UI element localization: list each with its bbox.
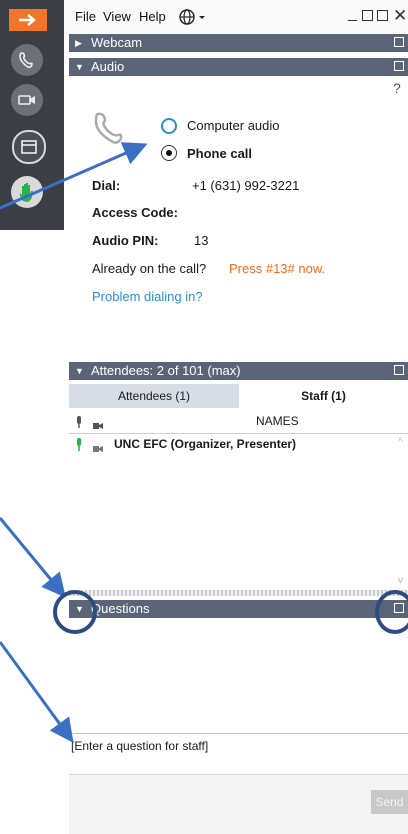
webcam-icon — [93, 418, 103, 433]
attendee-scrollbar[interactable]: ^ v — [397, 435, 407, 595]
webcam-icon[interactable] — [93, 441, 103, 456]
tab-attendees[interactable]: Attendees (1) — [69, 384, 239, 408]
collapse-triangle-icon: ▼ — [75, 62, 84, 72]
computer-audio-radio[interactable] — [161, 118, 177, 134]
press-code-text: Press #13# now. — [229, 261, 326, 276]
menu-view[interactable]: View — [103, 9, 131, 24]
minimize-icon[interactable]: _ — [348, 5, 357, 23]
dial-value: +1 (631) 992-3221 — [192, 178, 300, 193]
question-input[interactable]: [Enter a question for staff] — [69, 734, 408, 775]
tab-staff[interactable]: Staff (1) — [239, 384, 408, 408]
arrow-right-icon[interactable] — [9, 9, 47, 31]
section-title: Webcam — [91, 35, 143, 50]
phone-icon[interactable] — [11, 44, 43, 76]
collapse-triangle-icon: ▼ — [75, 366, 84, 376]
menu-help[interactable]: Help — [139, 9, 166, 24]
microphone-icon[interactable] — [75, 438, 83, 454]
scroll-down-icon[interactable]: v — [398, 575, 403, 586]
access-code-label: Access Code: — [92, 205, 178, 220]
already-on-call-text: Already on the call? — [92, 261, 207, 276]
globe-icon[interactable] — [179, 8, 207, 29]
dial-label: Dial: — [92, 178, 121, 193]
table-row[interactable]: UNC EFC (Organizer, Presenter) — [69, 435, 394, 455]
menu-file[interactable]: File — [75, 9, 96, 24]
close-icon[interactable]: ✕ — [393, 6, 407, 26]
attendee-tabs: Attendees (1) Staff (1) — [69, 384, 408, 408]
phone-call-radio[interactable] — [161, 145, 177, 161]
annotation-arrow — [0, 641, 74, 743]
audio-pin-value: 13 — [194, 233, 209, 248]
attendee-list-header: NAMES — [69, 411, 408, 434]
webinar-control-panel: File View Help _ ✕ ▶ Webcam ▼ Audio ? Co… — [64, 0, 408, 834]
popout-icon[interactable] — [394, 37, 404, 47]
whiteboard-icon[interactable] — [12, 130, 46, 164]
help-icon[interactable]: ? — [393, 80, 401, 96]
camera-icon[interactable] — [11, 84, 43, 116]
access-code-value — [192, 200, 298, 224]
popout-icon[interactable] — [377, 10, 388, 21]
annotation-circle — [53, 590, 97, 634]
section-title: Audio — [91, 59, 125, 74]
send-button[interactable]: Send — [371, 790, 408, 814]
expand-triangle-icon: ▶ — [75, 38, 82, 48]
webcam-section-header[interactable]: ▶ Webcam — [69, 34, 408, 52]
attendees-section-header[interactable]: ▼ Attendees: 2 of 101 (max) — [69, 362, 408, 380]
microphone-icon — [75, 416, 83, 431]
menu-bar: File View Help _ ✕ — [64, 0, 408, 34]
phone-call-label[interactable]: Phone call — [187, 146, 252, 161]
left-toolbar — [0, 0, 64, 230]
popout-icon[interactable] — [394, 61, 404, 71]
audio-pin-label: Audio PIN: — [92, 233, 159, 248]
resize-divider[interactable] — [69, 590, 408, 596]
section-title: Questions — [91, 601, 150, 616]
audio-section-header[interactable]: ▼ Audio — [69, 58, 408, 76]
question-input-area: [Enter a question for staff] Send — [69, 733, 408, 834]
computer-audio-label[interactable]: Computer audio — [187, 118, 280, 133]
question-placeholder: [Enter a question for staff] — [71, 739, 209, 753]
raise-hand-icon[interactable] — [11, 176, 43, 208]
attendee-name: UNC EFC (Organizer, Presenter) — [114, 437, 297, 451]
popout-icon[interactable] — [394, 365, 404, 375]
maximize-icon[interactable] — [362, 10, 373, 21]
section-title: Attendees: 2 of 101 (max) — [91, 363, 241, 378]
radio-dot — [166, 150, 172, 156]
annotation-arrow — [0, 517, 66, 598]
questions-section-header[interactable]: ▼ Questions — [69, 600, 408, 618]
phone-icon — [92, 110, 132, 153]
annotation-circle — [375, 590, 408, 634]
problem-dialing-link[interactable]: Problem dialing in? — [92, 289, 203, 304]
names-column-header[interactable]: NAMES — [256, 414, 299, 428]
scroll-up-icon[interactable]: ^ — [398, 437, 403, 448]
